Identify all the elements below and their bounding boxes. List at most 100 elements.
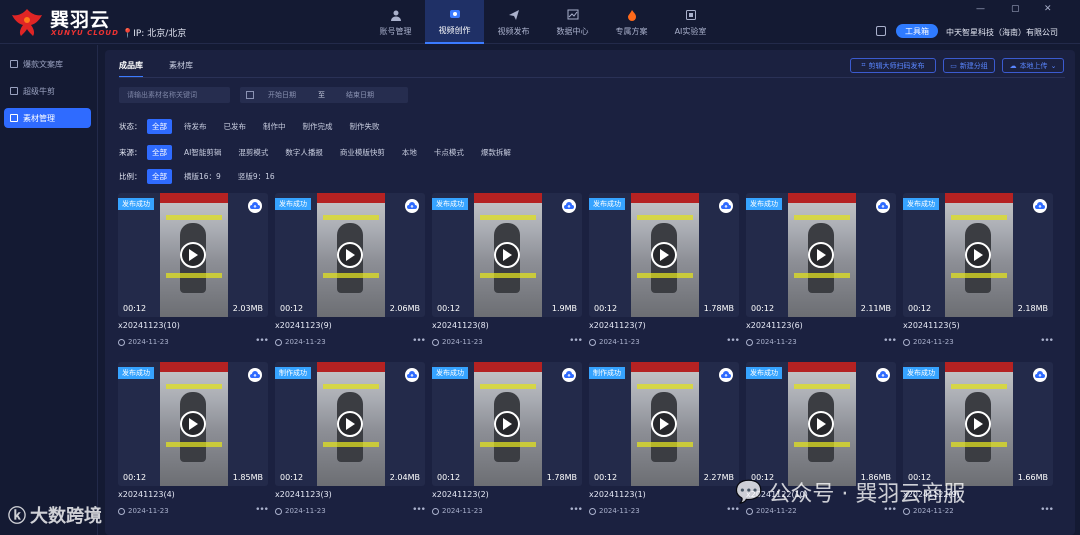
play-icon[interactable] [337, 411, 363, 437]
cloud-upload-icon[interactable] [1033, 199, 1047, 213]
cloud-upload-icon[interactable] [719, 199, 733, 213]
nav-item-4[interactable]: 专属方案 [602, 0, 661, 44]
play-icon[interactable] [965, 242, 991, 268]
nav-item-3[interactable]: 数据中心 [543, 0, 602, 44]
nav-item-0[interactable]: 账号管理 [366, 0, 425, 44]
play-icon[interactable] [494, 242, 520, 268]
video-thumbnail[interactable]: 制作成功 00:12 2.04MB [275, 362, 425, 486]
video-title: x20241123(10) [118, 321, 180, 330]
filter-option[interactable]: 数字人播报 [280, 145, 328, 160]
sidebar-item-copy-library[interactable]: 爆款文案库 [4, 54, 91, 74]
filter-row-1: 来源： 全部 AI智能剪辑 混剪模式 数字人播报 商业模版快剪 本地 卡点模式 爆款拆解 [119, 144, 523, 160]
play-icon[interactable] [808, 411, 834, 437]
new-group-button[interactable]: ▭ 新建分组 [943, 58, 995, 73]
filter-option[interactable]: 制作完成 [298, 119, 338, 134]
play-icon[interactable] [180, 411, 206, 437]
logo-subtext: XUNYU CLOUD [51, 29, 119, 37]
video-thumbnail[interactable]: 发布成功 00:12 1.86MB [746, 362, 896, 486]
date-range-picker[interactable]: 开始日期 至 结束日期 [240, 87, 408, 103]
video-card[interactable]: 发布成功 00:12 2.11MB x20241123(6) 2024-11-23 ••• [746, 193, 897, 357]
close-icon[interactable]: ✕ [1044, 4, 1052, 14]
filter-option[interactable]: AI智能剪辑 [179, 145, 226, 160]
filter-option[interactable]: 制作失败 [345, 119, 385, 134]
play-icon[interactable] [651, 242, 677, 268]
nav-item-2[interactable]: 视频发布 [484, 0, 543, 44]
video-card[interactable]: 发布成功 00:12 1.9MB x20241123(8) 2024-11-23 ••• [432, 193, 583, 357]
filter-option[interactable]: 本地 [397, 145, 422, 160]
sidebar-item-super-editor[interactable]: 超级牛剪 [4, 81, 91, 101]
end-date[interactable]: 结束日期 [346, 90, 374, 100]
nav-item-1[interactable]: 视频创作 [425, 0, 484, 44]
video-card[interactable]: 发布成功 00:12 1.78MB x20241123(2) 2024-11-23 ••• [432, 362, 583, 526]
filter-option[interactable]: 已发布 [219, 119, 252, 134]
apps-icon[interactable] [876, 26, 886, 36]
video-card[interactable]: 发布成功 00:12 2.03MB x20241123(10) 2024-11-23 ••… [118, 193, 269, 357]
play-icon[interactable] [494, 411, 520, 437]
local-upload-button[interactable]: ☁ 本地上传 ⌄ [1002, 58, 1064, 73]
video-thumbnail[interactable]: 发布成功 00:12 1.85MB [118, 362, 268, 486]
video-thumbnail[interactable]: 发布成功 00:12 2.18MB [903, 193, 1053, 317]
video-thumbnail[interactable]: 发布成功 00:12 2.03MB [118, 193, 268, 317]
more-options-icon[interactable]: ••• [255, 336, 269, 346]
more-options-icon[interactable]: ••• [569, 336, 583, 346]
filter-option[interactable]: 全部 [147, 144, 172, 160]
filter-option[interactable]: 待发布 [179, 119, 212, 134]
maximize-icon[interactable]: ▢ [1011, 4, 1020, 14]
start-date[interactable]: 开始日期 [268, 90, 318, 100]
qr-publish-button[interactable]: ⌗ 剪辑大师扫码发布 [850, 58, 936, 73]
app-logo[interactable]: 巽羽云 XUNYU CLOUD [10, 5, 120, 41]
more-options-icon[interactable]: ••• [255, 505, 269, 515]
play-icon[interactable] [808, 242, 834, 268]
more-options-icon[interactable]: ••• [883, 336, 897, 346]
video-thumbnail[interactable]: 发布成功 00:12 1.66MB [903, 362, 1053, 486]
minimize-icon[interactable]: — [976, 4, 985, 14]
filter-option[interactable]: 全部 [147, 168, 172, 184]
video-thumbnail[interactable]: 制作成功 00:12 2.27MB [589, 362, 739, 486]
filter-option[interactable]: 全部 [147, 118, 172, 134]
filter-option[interactable]: 横版16：9 [179, 169, 226, 184]
more-options-icon[interactable]: ••• [569, 505, 583, 515]
cloud-upload-icon[interactable] [405, 368, 419, 382]
more-options-icon[interactable]: ••• [412, 336, 426, 346]
play-icon[interactable] [180, 242, 206, 268]
tab-finished[interactable]: 成品库 [119, 60, 143, 78]
more-options-icon[interactable]: ••• [412, 505, 426, 515]
nav-item-5[interactable]: AI实验室 [661, 0, 720, 44]
cloud-upload-icon[interactable] [248, 199, 262, 213]
filter-option[interactable]: 制作中 [258, 119, 291, 134]
cloud-upload-icon[interactable] [562, 199, 576, 213]
cloud-upload-icon[interactable] [405, 199, 419, 213]
video-card[interactable]: 发布成功 00:12 2.18MB x20241123(5) 2024-11-23 ••• [903, 193, 1054, 357]
search-input[interactable]: 请输出素材名称关键词 [119, 87, 230, 103]
tab-materials[interactable]: 素材库 [169, 60, 193, 78]
play-icon[interactable] [651, 411, 677, 437]
video-card[interactable]: 发布成功 00:12 1.78MB x20241123(7) 2024-11-23 ••• [589, 193, 740, 357]
filter-option[interactable]: 商业模版快剪 [335, 145, 390, 160]
cloud-upload-icon[interactable] [719, 368, 733, 382]
video-thumbnail[interactable]: 发布成功 00:12 1.78MB [432, 362, 582, 486]
play-icon[interactable] [965, 411, 991, 437]
video-card[interactable]: 制作成功 00:12 2.04MB x20241123(3) 2024-11-23 ••• [275, 362, 426, 526]
more-options-icon[interactable]: ••• [726, 336, 740, 346]
cloud-upload-icon[interactable] [1033, 368, 1047, 382]
filter-option[interactable]: 混剪模式 [233, 145, 273, 160]
video-thumbnail[interactable]: 发布成功 00:12 1.9MB [432, 193, 582, 317]
toolbox-button[interactable]: 工具箱 [896, 24, 938, 38]
video-card[interactable]: 制作成功 00:12 2.27MB x20241123(1) 2024-11-23 ••• [589, 362, 740, 526]
video-card[interactable]: 发布成功 00:12 1.85MB x20241123(4) 2024-11-23 ••• [118, 362, 269, 526]
cloud-upload-icon[interactable] [248, 368, 262, 382]
cloud-upload-icon[interactable] [876, 199, 890, 213]
video-thumbnail[interactable]: 发布成功 00:12 2.06MB [275, 193, 425, 317]
video-thumbnail[interactable]: 发布成功 00:12 2.11MB [746, 193, 896, 317]
video-card[interactable]: 发布成功 00:12 2.06MB x20241123(9) 2024-11-23 ••• [275, 193, 426, 357]
filter-option[interactable]: 爆款拆解 [476, 145, 516, 160]
filter-option[interactable]: 卡点模式 [429, 145, 469, 160]
sidebar-item-material-manage[interactable]: 素材管理 [4, 108, 91, 128]
cloud-upload-icon[interactable] [562, 368, 576, 382]
play-icon[interactable] [337, 242, 363, 268]
more-options-icon[interactable]: ••• [1040, 505, 1054, 515]
filter-option[interactable]: 竖版9：16 [233, 169, 280, 184]
cloud-upload-icon[interactable] [876, 368, 890, 382]
video-thumbnail[interactable]: 发布成功 00:12 1.78MB [589, 193, 739, 317]
more-options-icon[interactable]: ••• [1040, 336, 1054, 346]
